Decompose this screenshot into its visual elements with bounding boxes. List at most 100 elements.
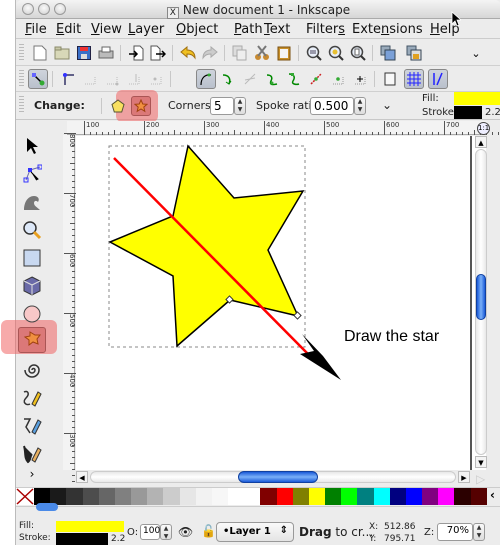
spoke-ratio-input[interactable]: 0.500 ▲ ▼ [310,97,366,115]
menu-view[interactable]: View [91,22,122,37]
star-tool-icon[interactable] [18,327,46,353]
palette-swatch[interactable] [373,488,390,505]
palette-swatch[interactable] [211,488,229,505]
undo-icon[interactable] [178,43,198,63]
duplicate-icon[interactable] [230,43,250,63]
menu-object[interactable]: Object [176,22,218,37]
pencil-tool-icon[interactable] [18,385,46,411]
horizontal-scrollbar[interactable]: ◀ ▶ [76,470,474,484]
palette-swatch[interactable] [405,488,423,505]
palette-swatch[interactable] [276,488,293,505]
palette-swatch[interactable] [438,488,455,505]
open-icon[interactable] [52,43,72,63]
snap-path-intersection-icon[interactable] [240,69,260,89]
group-icon[interactable] [378,43,398,63]
palette-menu-chevron-icon[interactable]: ‹ [490,488,495,502]
print-icon[interactable] [96,43,116,63]
palette-swatch[interactable] [470,488,487,505]
new-document-icon[interactable] [30,43,50,63]
palette-swatch[interactable] [98,488,115,505]
palette-swatch[interactable] [147,488,164,505]
more-controls-chevron-icon[interactable]: ⌄ [382,98,392,112]
palette-swatch[interactable] [308,488,326,505]
node-tool-icon[interactable] [18,161,46,187]
menu-filters[interactable]: Filters [306,22,345,37]
palette-swatch[interactable] [389,488,406,505]
3d-box-tool-icon[interactable] [18,273,46,299]
scroll-up-arrow-icon[interactable]: ▲ [475,136,487,148]
palette-swatch[interactable] [82,488,99,505]
snap-path-icon[interactable] [218,69,238,89]
drawing-canvas[interactable]: Draw the star [76,136,486,470]
zoom-selection-icon[interactable] [304,43,324,63]
paste-icon[interactable] [274,43,294,63]
more-tools-chevron-icon[interactable]: › [18,461,46,487]
stroke-swatch[interactable] [454,106,482,119]
palette-swatch[interactable] [325,488,342,505]
palette-swatch[interactable] [114,488,132,505]
menu-file[interactable]: File [25,22,47,37]
rectangle-tool-icon[interactable] [18,245,46,271]
cut-icon[interactable] [252,43,272,63]
menu-text[interactable]: Text [264,22,290,37]
snap-bbox-icon[interactable] [58,69,78,89]
palette-swatch[interactable] [131,488,148,505]
scroll-down-arrow-icon[interactable]: ▼ [475,456,487,468]
save-icon[interactable] [74,43,94,63]
palette-swatch[interactable] [260,488,277,505]
polygon-mode-icon[interactable] [108,96,128,116]
palette-swatch[interactable] [179,488,196,505]
palette-swatch[interactable] [244,488,261,505]
snap-object-center-icon[interactable] [328,69,348,89]
tweak-tool-icon[interactable] [18,189,46,215]
spiral-tool-icon[interactable] [18,357,46,383]
snap-bbox-corner-icon[interactable] [102,69,122,89]
snap-rotation-center-icon[interactable] [350,69,370,89]
corners-stepper[interactable]: ▲ ▼ [234,97,246,115]
snap-midpoint-icon[interactable] [306,69,326,89]
selector-tool-icon[interactable] [18,133,46,159]
vertical-scrollbar[interactable]: ▲ ▼ [474,136,488,470]
palette-swatch[interactable] [454,488,471,505]
status-stroke-swatch[interactable] [56,533,108,545]
snap-toggle-icon[interactable] [28,69,48,89]
palette-swatch[interactable] [228,488,245,505]
menu-edit[interactable]: Edit [56,22,81,37]
snap-cusp-icon[interactable] [262,69,282,89]
spoke-ratio-stepper[interactable]: ▲ ▼ [354,97,366,115]
palette-swatch[interactable] [292,488,309,505]
status-scroll-thumb[interactable] [36,503,58,511]
palette-swatch[interactable] [66,488,83,505]
zoom-page-icon[interactable] [348,43,368,63]
snap-bbox-center-icon[interactable] [146,69,166,89]
redo-icon[interactable] [200,43,220,63]
palette-swatch[interactable] [163,488,180,505]
toolbar-grip[interactable] [19,70,24,88]
horizontal-scroll-thumb[interactable] [238,471,318,483]
toolbar-overflow-chevron-icon[interactable]: ⌄ [466,43,486,63]
ellipse-tool-icon[interactable] [18,301,46,327]
toolbar-grip[interactable] [19,96,24,114]
pen-tool-icon[interactable] [18,413,46,439]
snap-bbox-edge-icon[interactable] [80,69,100,89]
star-shape[interactable] [108,144,305,348]
zoom-input[interactable]: 70% ▲ ▼ [437,523,485,541]
zoom-stepper[interactable]: ▲ ▼ [473,523,485,541]
menu-extensions[interactable]: Extensions [352,22,423,37]
zoom-tool-icon[interactable] [18,217,46,243]
horizontal-ruler[interactable]: 100 200 300 400 500 600 700 [67,121,499,135]
palette-scroll-right-icon[interactable]: ▷ [476,472,485,486]
status-fill-swatch[interactable] [56,521,124,532]
menu-path[interactable]: Path [234,22,263,37]
snap-nodes-icon[interactable] [196,69,216,89]
scroll-right-arrow-icon[interactable]: ▶ [458,471,470,483]
snap-page-icon[interactable] [380,69,400,89]
snap-guide-icon[interactable] [428,69,448,89]
opacity-input[interactable]: 100 ▲ ▼ [140,524,172,540]
zoom-1-1-icon[interactable]: 1:1 [477,122,490,135]
palette-swatch[interactable] [341,488,358,505]
vertical-ruler[interactable]: 800 700 600 500 400 300 [63,133,76,488]
opacity-stepper[interactable]: ▲ ▼ [160,524,172,540]
snap-grid-icon[interactable] [404,69,424,89]
scroll-left-arrow-icon[interactable]: ◀ [76,471,88,483]
